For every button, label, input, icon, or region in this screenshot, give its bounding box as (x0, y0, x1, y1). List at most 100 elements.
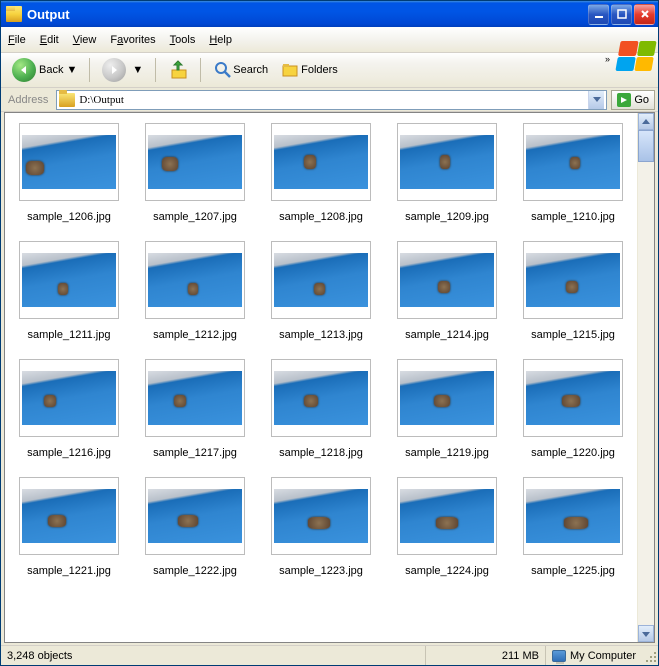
go-arrow-icon (617, 93, 631, 107)
thumbnail-image (400, 489, 494, 543)
scroll-up-button[interactable] (638, 113, 654, 130)
file-item[interactable]: sample_1221.jpg (13, 477, 125, 577)
up-folder-icon (168, 60, 188, 80)
back-arrow-icon (12, 58, 36, 82)
file-item[interactable]: sample_1210.jpg (517, 123, 629, 223)
menu-file[interactable]: File (1, 30, 33, 50)
file-item[interactable]: sample_1216.jpg (13, 359, 125, 459)
close-button[interactable] (634, 4, 655, 25)
thumbnail-frame (19, 123, 119, 201)
status-location: My Computer (546, 646, 642, 665)
file-item[interactable]: sample_1224.jpg (391, 477, 503, 577)
file-item[interactable]: sample_1223.jpg (265, 477, 377, 577)
thumbnail-frame (523, 241, 623, 319)
file-item[interactable]: sample_1211.jpg (13, 241, 125, 341)
toolbar-chevron[interactable]: » (605, 54, 610, 64)
computer-icon (552, 650, 566, 662)
maximize-button[interactable] (611, 4, 632, 25)
file-label: sample_1222.jpg (153, 565, 237, 577)
menu-edit[interactable]: Edit (33, 30, 66, 50)
thumbnails-area: sample_1206.jpg sample_1207.jpg sample_1… (5, 113, 637, 642)
thumbnail-image (526, 371, 620, 425)
menu-view[interactable]: View (66, 30, 104, 50)
scroll-down-button[interactable] (638, 625, 654, 642)
thumbnail-image (400, 253, 494, 307)
thumbnail-image (148, 371, 242, 425)
file-item[interactable]: sample_1206.jpg (13, 123, 125, 223)
file-item[interactable]: sample_1213.jpg (265, 241, 377, 341)
scroll-track[interactable] (638, 130, 654, 625)
file-item[interactable]: sample_1214.jpg (391, 241, 503, 341)
thumbnail-image (274, 135, 368, 189)
thumbnail-frame (523, 123, 623, 201)
address-input-wrap (56, 90, 607, 110)
file-item[interactable]: sample_1225.jpg (517, 477, 629, 577)
thumbnail-image (148, 253, 242, 307)
titlebar: Output (1, 1, 658, 27)
window-title: Output (27, 7, 588, 22)
file-item[interactable]: sample_1215.jpg (517, 241, 629, 341)
thumbnail-image (274, 253, 368, 307)
thumbnail-image (148, 489, 242, 543)
thumbnail-image (274, 489, 368, 543)
thumbnail-frame (271, 359, 371, 437)
thumbnail-frame (523, 477, 623, 555)
file-label: sample_1212.jpg (153, 329, 237, 341)
file-label: sample_1218.jpg (279, 447, 363, 459)
folders-icon (281, 60, 301, 80)
thumbnail-image (400, 135, 494, 189)
menu-help[interactable]: Help (202, 30, 239, 50)
file-item[interactable]: sample_1212.jpg (139, 241, 251, 341)
file-label: sample_1216.jpg (27, 447, 111, 459)
forward-button[interactable]: ▼ (97, 55, 148, 85)
file-item[interactable]: sample_1208.jpg (265, 123, 377, 223)
vertical-scrollbar (637, 113, 654, 642)
folders-button[interactable]: Folders (276, 57, 343, 83)
folder-icon (59, 93, 75, 107)
statusbar: 3,248 objects 211 MB My Computer (1, 645, 658, 665)
thumbnail-frame (271, 123, 371, 201)
thumbnail-frame (271, 241, 371, 319)
file-label: sample_1225.jpg (531, 565, 615, 577)
file-label: sample_1224.jpg (405, 565, 489, 577)
file-item[interactable]: sample_1222.jpg (139, 477, 251, 577)
menu-tools[interactable]: Tools (163, 30, 203, 50)
file-item[interactable]: sample_1220.jpg (517, 359, 629, 459)
back-button[interactable]: Back ▼ (7, 55, 82, 85)
thumbnail-image (526, 253, 620, 307)
file-label: sample_1221.jpg (27, 565, 111, 577)
scroll-thumb[interactable] (638, 130, 654, 162)
thumbnail-frame (145, 241, 245, 319)
thumbnail-image (526, 489, 620, 543)
address-input[interactable] (79, 94, 588, 106)
up-button[interactable] (163, 57, 193, 83)
search-button[interactable]: Search (208, 57, 273, 83)
thumbnail-frame (397, 477, 497, 555)
menu-favorites[interactable]: Favorites (103, 30, 162, 50)
thumbnail-frame (397, 123, 497, 201)
thumbnail-frame (19, 477, 119, 555)
file-item[interactable]: sample_1207.jpg (139, 123, 251, 223)
thumbnail-image (400, 371, 494, 425)
forward-arrow-icon (102, 58, 126, 82)
thumbnail-frame (523, 359, 623, 437)
file-item[interactable]: sample_1219.jpg (391, 359, 503, 459)
thumbnail-frame (271, 477, 371, 555)
file-item[interactable]: sample_1209.jpg (391, 123, 503, 223)
thumbnail-frame (397, 241, 497, 319)
file-label: sample_1213.jpg (279, 329, 363, 341)
thumbnail-frame (19, 241, 119, 319)
thumbnail-image (22, 253, 116, 307)
thumbnail-frame (19, 359, 119, 437)
file-item[interactable]: sample_1217.jpg (139, 359, 251, 459)
file-label: sample_1211.jpg (28, 329, 111, 341)
thumbnail-image (526, 135, 620, 189)
file-label: sample_1208.jpg (279, 211, 363, 223)
resize-grip[interactable] (642, 648, 658, 664)
file-item[interactable]: sample_1218.jpg (265, 359, 377, 459)
address-dropdown[interactable] (588, 91, 604, 109)
go-button[interactable]: Go (611, 90, 655, 110)
thumbnail-image (22, 489, 116, 543)
file-label: sample_1206.jpg (27, 211, 111, 223)
minimize-button[interactable] (588, 4, 609, 25)
